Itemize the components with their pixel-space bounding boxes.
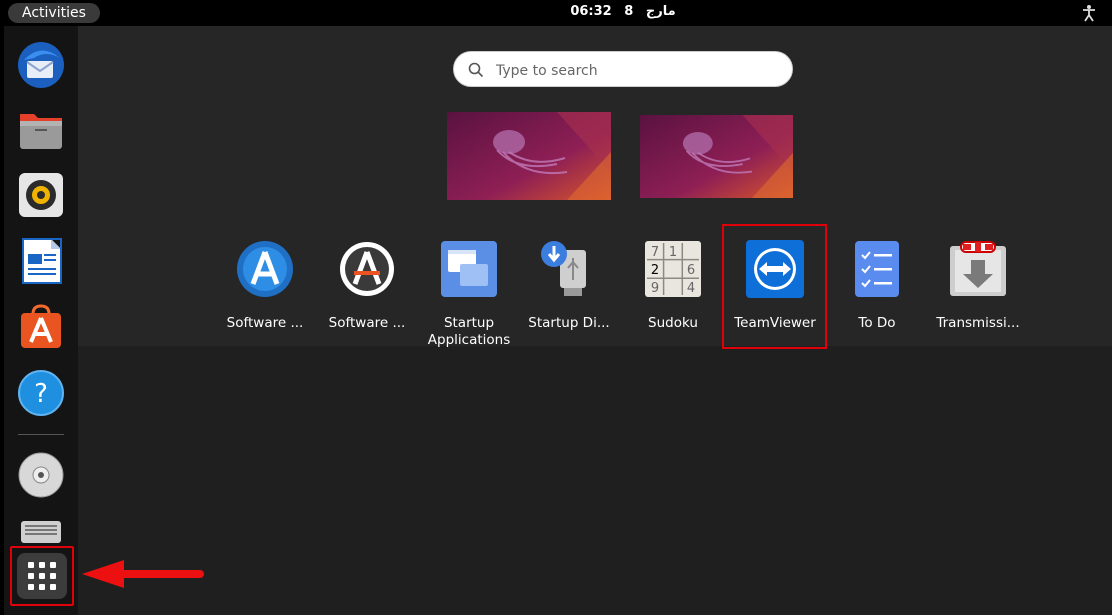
app-startup-applications[interactable]: Startup Applications — [419, 240, 519, 349]
document-icon[interactable] — [16, 236, 66, 286]
svg-text:6: 6 — [687, 263, 695, 278]
startup-apps-icon — [441, 241, 497, 297]
app-label: Software ... — [328, 315, 406, 331]
clock-day: 8 — [624, 4, 634, 19]
app-to-do[interactable]: To Do — [827, 240, 927, 332]
dock-separator — [18, 434, 64, 435]
app-label: Transmissi... — [936, 315, 1020, 331]
teamviewer-highlight — [722, 224, 827, 349]
svg-text:9: 9 — [651, 281, 659, 296]
app-software-updater[interactable]: Software ... — [215, 240, 315, 332]
svg-text:4: 4 — [687, 281, 695, 296]
svg-text:2: 2 — [651, 263, 659, 278]
app-transmission[interactable]: Transmissi... — [928, 240, 1028, 332]
svg-text:1: 1 — [669, 245, 677, 260]
speaker-icon[interactable] — [16, 170, 66, 220]
app-label: Sudoku — [648, 315, 698, 331]
search-icon — [468, 62, 484, 78]
usb-creator-icon — [541, 241, 586, 296]
software-properties-icon — [340, 242, 394, 296]
clock[interactable]: 06:32 8 مارج — [0, 4, 1112, 19]
software-updater-icon — [237, 241, 293, 297]
desktop-area — [78, 346, 1112, 615]
folder-icon[interactable] — [16, 104, 66, 154]
search-bar[interactable] — [453, 51, 793, 87]
store-icon[interactable] — [16, 302, 66, 352]
search-input[interactable] — [494, 59, 778, 83]
app-label: Startup Applications — [427, 315, 511, 348]
app-label: Startup Di... — [528, 315, 610, 331]
workspace-thumbnail-1[interactable] — [447, 112, 611, 200]
mail-icon[interactable] — [16, 40, 66, 90]
grid-icon — [17, 553, 67, 599]
app-software-properties[interactable]: Software ... — [317, 240, 417, 332]
sudoku-icon: 7 1 2 6 9 4 — [645, 241, 701, 297]
transmission-icon — [950, 241, 1006, 296]
svg-text:7: 7 — [651, 245, 659, 260]
clock-month: مارج — [645, 4, 676, 19]
app-label: Software ... — [226, 315, 304, 331]
dock: ? — [4, 26, 78, 615]
accessibility-icon[interactable] — [1080, 4, 1098, 22]
todo-icon — [855, 241, 899, 297]
help-icon[interactable]: ? — [16, 368, 66, 418]
app-sudoku[interactable]: 7 1 2 6 9 4 Sudoku — [623, 240, 723, 332]
arrow-icon — [82, 560, 204, 588]
app-label: To Do — [858, 315, 896, 331]
show-applications-button[interactable] — [10, 546, 74, 606]
top-bar: Activities 06:32 8 مارج — [0, 0, 1112, 26]
cd-icon[interactable] — [16, 450, 66, 500]
workspace-thumbnail-2[interactable] — [640, 115, 793, 198]
clock-time: 06:32 — [570, 4, 612, 19]
svg-text:?: ? — [34, 379, 48, 409]
app-startup-disk-creator[interactable]: Startup Di... — [519, 240, 619, 332]
